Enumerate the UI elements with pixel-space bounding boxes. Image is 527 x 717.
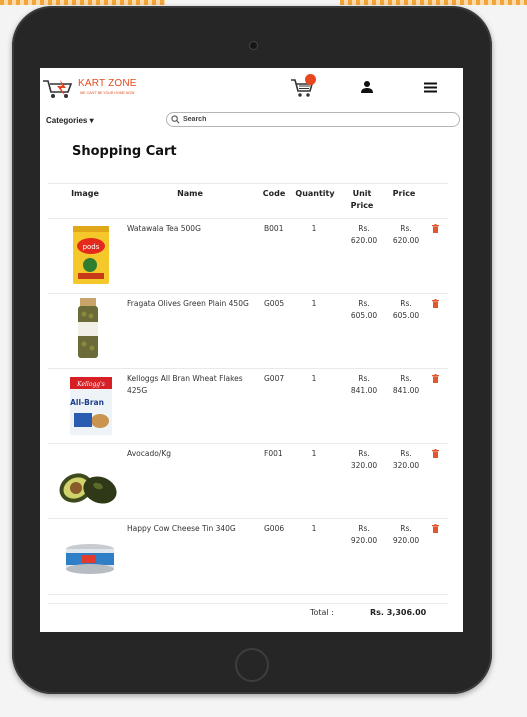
app-screen: KART ZONE WE CAN'T BE YOUR HOME NOW Cate… — [40, 68, 463, 632]
product-name: Avocado/Kg — [127, 449, 171, 458]
trash-icon[interactable] — [432, 449, 439, 458]
product-image-tea: pods — [73, 226, 109, 284]
trash-icon[interactable] — [432, 224, 439, 233]
trash-icon[interactable] — [432, 524, 439, 533]
column-header-code: Code — [262, 189, 286, 198]
product-image-olives — [78, 298, 98, 358]
unit-price: Rs. 320.00 — [350, 449, 378, 470]
cart-row: Fragata Olives Green Plain 450G G005 1 R… — [48, 294, 448, 369]
product-image-avocado — [59, 473, 117, 504]
column-header-image: Image — [71, 189, 99, 198]
product-name: Kelloggs All Bran Wheat Flakes 425G — [127, 374, 243, 395]
background-decoration — [340, 0, 527, 5]
trash-icon[interactable] — [432, 299, 439, 308]
unit-price: Rs. 841.00 — [350, 374, 378, 395]
cereal-brand-text: Kellogg's — [76, 381, 105, 388]
line-price: Rs. 605.00 — [392, 299, 420, 320]
unit-price: Rs. 620.00 — [350, 224, 378, 245]
line-price: Rs. 920.00 — [392, 524, 420, 545]
cart-row: Happy Cow Cheese Tin 340G G006 1 Rs. 920… — [48, 519, 448, 594]
cart-badge — [305, 74, 316, 85]
user-icon[interactable] — [360, 80, 374, 94]
trash-icon[interactable] — [432, 374, 439, 383]
column-header-name: Name — [177, 189, 203, 198]
product-quantity: 1 — [311, 449, 317, 458]
logo-title: KART ZONE — [78, 78, 137, 89]
divider — [48, 594, 448, 595]
product-name: Fragata Olives Green Plain 450G — [127, 299, 249, 308]
search-bar[interactable] — [166, 112, 460, 127]
product-code: G005 — [264, 299, 285, 308]
column-header-price: Price — [392, 189, 416, 198]
total-label: Total : — [310, 608, 334, 617]
divider — [48, 183, 448, 184]
line-price: Rs. 620.00 — [392, 224, 420, 245]
hamburger-icon[interactable] — [424, 81, 437, 94]
app-header: KART ZONE WE CAN'T BE YOUR HOME NOW — [40, 68, 463, 108]
camera-dot — [249, 41, 258, 50]
search-icon — [171, 115, 180, 124]
product-quantity: 1 — [311, 374, 317, 383]
product-image-cereal: Kellogg's All-Bran — [70, 377, 112, 435]
product-quantity: 1 — [311, 299, 317, 308]
unit-price: Rs. 920.00 — [350, 524, 378, 545]
product-quantity: 1 — [311, 524, 317, 533]
search-input[interactable] — [183, 113, 443, 126]
logo[interactable]: KART ZONE WE CAN'T BE YOUR HOME NOW — [42, 76, 142, 100]
product-code: G006 — [264, 524, 285, 533]
tea-logo-text: pods — [83, 243, 100, 251]
column-header-unit-price: Unit Price — [350, 189, 374, 210]
cart-row: Avocado/Kg F001 1 Rs. 320.00 Rs. 320.00 — [48, 444, 448, 519]
product-code: G007 — [264, 374, 285, 383]
product-quantity: 1 — [311, 224, 317, 233]
categories-dropdown[interactable]: Categories ▾ — [46, 116, 94, 125]
line-price: Rs. 841.00 — [392, 374, 420, 395]
logo-tagline: WE CAN'T BE YOUR HOME NOW — [80, 91, 135, 95]
column-header-quantity: Quantity — [295, 189, 335, 198]
logo-cart-icon — [43, 80, 73, 98]
cart-row: Kellogg's All-Bran Kelloggs All Bran Whe… — [48, 369, 448, 444]
product-name: Happy Cow Cheese Tin 340G — [127, 524, 236, 533]
home-button[interactable] — [235, 648, 269, 682]
line-price: Rs. 320.00 — [392, 449, 420, 470]
total-value: Rs. 3,306.00 — [370, 608, 427, 617]
cart-row: pods Watawala Tea 500G B001 1 Rs. 620.00… — [48, 219, 448, 294]
divider — [48, 603, 448, 604]
cereal-name-text: All-Bran — [70, 398, 104, 407]
product-code: F001 — [264, 449, 283, 458]
product-image-cheese-tin — [66, 544, 114, 574]
product-code: B001 — [264, 224, 284, 233]
product-name: Watawala Tea 500G — [127, 224, 201, 233]
unit-price: Rs. 605.00 — [350, 299, 378, 320]
page-title: Shopping Cart — [72, 144, 177, 159]
background-decoration — [0, 0, 165, 5]
